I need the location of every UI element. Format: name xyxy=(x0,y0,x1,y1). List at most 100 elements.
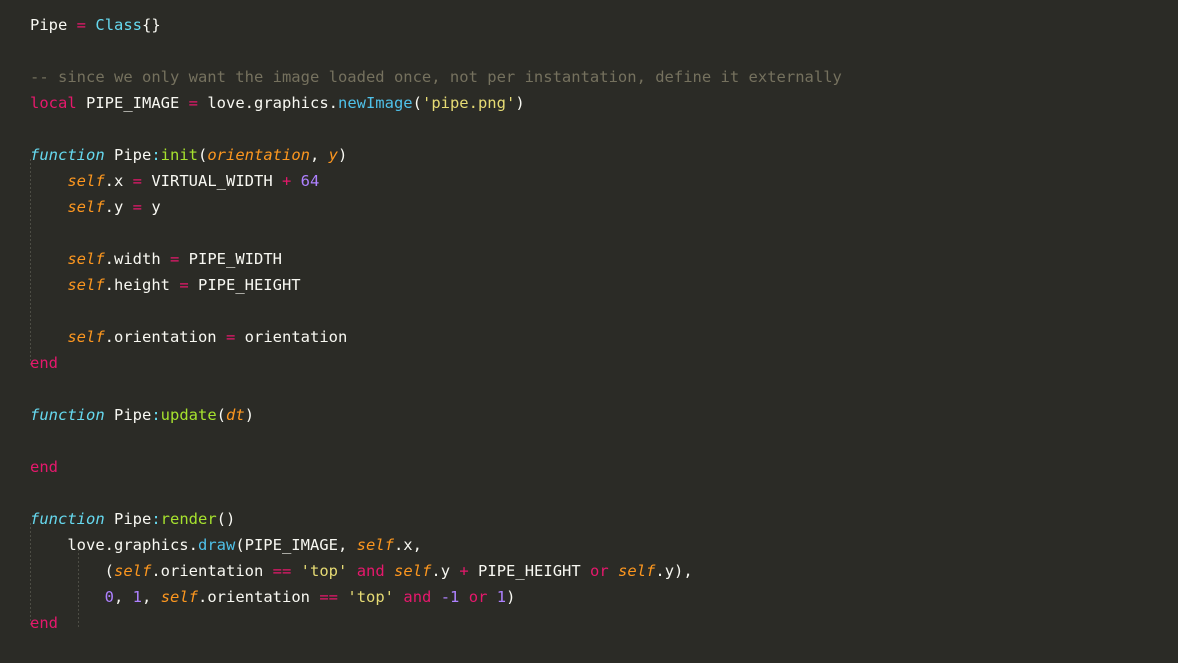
code-line[interactable]: ​ xyxy=(0,116,1178,142)
code-token: 64 xyxy=(300,172,320,190)
code-line[interactable]: ​ xyxy=(0,376,1178,402)
code-token: ) xyxy=(506,588,516,606)
code-line[interactable]: end xyxy=(0,610,1178,636)
code-token: .y xyxy=(431,562,460,580)
code-line[interactable]: self.width = PIPE_WIDTH xyxy=(0,246,1178,272)
code-line[interactable]: function Pipe:init(orientation, y) xyxy=(0,142,1178,168)
code-token: ) xyxy=(338,146,348,164)
code-token: PIPE_WIDTH xyxy=(179,250,282,268)
code-token: = xyxy=(179,276,189,294)
code-line[interactable]: end xyxy=(0,454,1178,480)
code-token: = xyxy=(132,172,142,190)
code-token: ) xyxy=(515,94,525,112)
code-token: self xyxy=(67,172,105,190)
code-token: end xyxy=(30,354,58,372)
code-line[interactable]: ​ xyxy=(0,220,1178,246)
code-token: VIRTUAL_WIDTH xyxy=(142,172,282,190)
code-token: y xyxy=(142,198,161,216)
code-token: 'pipe.png' xyxy=(421,94,516,112)
code-token: = xyxy=(225,328,236,346)
code-token: 'top' xyxy=(347,588,395,606)
code-token: = xyxy=(76,16,87,34)
code-line[interactable]: 0, 1, self.orientation == 'top' and -1 o… xyxy=(0,584,1178,610)
code-token: self xyxy=(67,250,105,268)
code-token: ( xyxy=(198,146,208,164)
code-token: function xyxy=(30,510,105,528)
code-token: .orientation xyxy=(151,562,273,580)
code-token: PIPE_HEIGHT xyxy=(468,562,591,580)
code-token: and xyxy=(403,588,432,606)
code-line[interactable]: end xyxy=(0,350,1178,376)
code-token: end xyxy=(30,614,58,632)
code-token: self xyxy=(394,562,432,580)
code-token: self xyxy=(67,276,105,294)
code-token: {} xyxy=(142,16,161,34)
code-token: () xyxy=(216,510,236,528)
code-line[interactable]: ​ xyxy=(0,480,1178,506)
code-token: Pipe xyxy=(104,510,152,528)
code-token: .x xyxy=(104,172,133,190)
code-token: and xyxy=(356,562,385,580)
code-token: .y xyxy=(104,198,133,216)
code-token: Pipe xyxy=(104,406,152,424)
code-editor-viewport[interactable]: Pipe = Class{}​-- since we only want the… xyxy=(0,0,1178,663)
code-token: self xyxy=(114,562,152,580)
code-line[interactable]: local PIPE_IMAGE = love.graphics.newImag… xyxy=(0,90,1178,116)
code-content[interactable]: Pipe = Class{}​-- since we only want the… xyxy=(0,12,1178,636)
code-token: == xyxy=(319,588,339,606)
code-token: local xyxy=(30,94,77,112)
code-token: Pipe xyxy=(30,16,68,34)
code-token: function xyxy=(30,406,105,424)
code-token: ( xyxy=(30,562,114,580)
code-token: function xyxy=(30,146,105,164)
code-line[interactable]: self.orientation = orientation xyxy=(0,324,1178,350)
code-token: self xyxy=(618,562,656,580)
code-token: self xyxy=(67,198,105,216)
code-line[interactable]: (self.orientation == 'top' and self.y + … xyxy=(0,558,1178,584)
code-token: : xyxy=(151,510,161,528)
code-token: ) xyxy=(244,406,255,424)
code-line[interactable]: -- since we only want the image loaded o… xyxy=(0,64,1178,90)
code-token: 0 xyxy=(104,588,114,606)
code-token: ( xyxy=(412,94,422,112)
code-token: = xyxy=(188,94,198,112)
code-token: : xyxy=(151,146,161,164)
code-token: Pipe xyxy=(104,146,152,164)
code-token: PIPE_HEIGHT xyxy=(188,276,301,294)
code-token: newImage xyxy=(337,94,413,112)
code-line[interactable]: self.height = PIPE_HEIGHT xyxy=(0,272,1178,298)
code-token: love.graphics. xyxy=(30,536,198,554)
code-token: 1 xyxy=(132,588,143,606)
code-line[interactable]: self.x = VIRTUAL_WIDTH + 64 xyxy=(0,168,1178,194)
code-line[interactable]: ​ xyxy=(0,38,1178,64)
code-token: update xyxy=(160,406,217,424)
code-line[interactable]: function Pipe:update(dt) xyxy=(0,402,1178,428)
code-line[interactable]: function Pipe:render() xyxy=(0,506,1178,532)
code-line[interactable]: love.graphics.draw(PIPE_IMAGE, self.x, xyxy=(0,532,1178,558)
code-token: .orientation xyxy=(104,328,226,346)
code-line[interactable]: self.y = y xyxy=(0,194,1178,220)
code-token: = xyxy=(132,198,142,216)
code-line[interactable]: ​ xyxy=(0,298,1178,324)
code-token: 1 xyxy=(496,588,507,606)
code-token: or xyxy=(590,562,609,580)
code-token: ( xyxy=(216,406,227,424)
code-line[interactable]: Pipe = Class{} xyxy=(0,12,1178,38)
code-token: y xyxy=(328,146,339,164)
code-line[interactable]: ​ xyxy=(0,428,1178,454)
code-token: == xyxy=(272,562,292,580)
code-token: , xyxy=(114,588,133,606)
